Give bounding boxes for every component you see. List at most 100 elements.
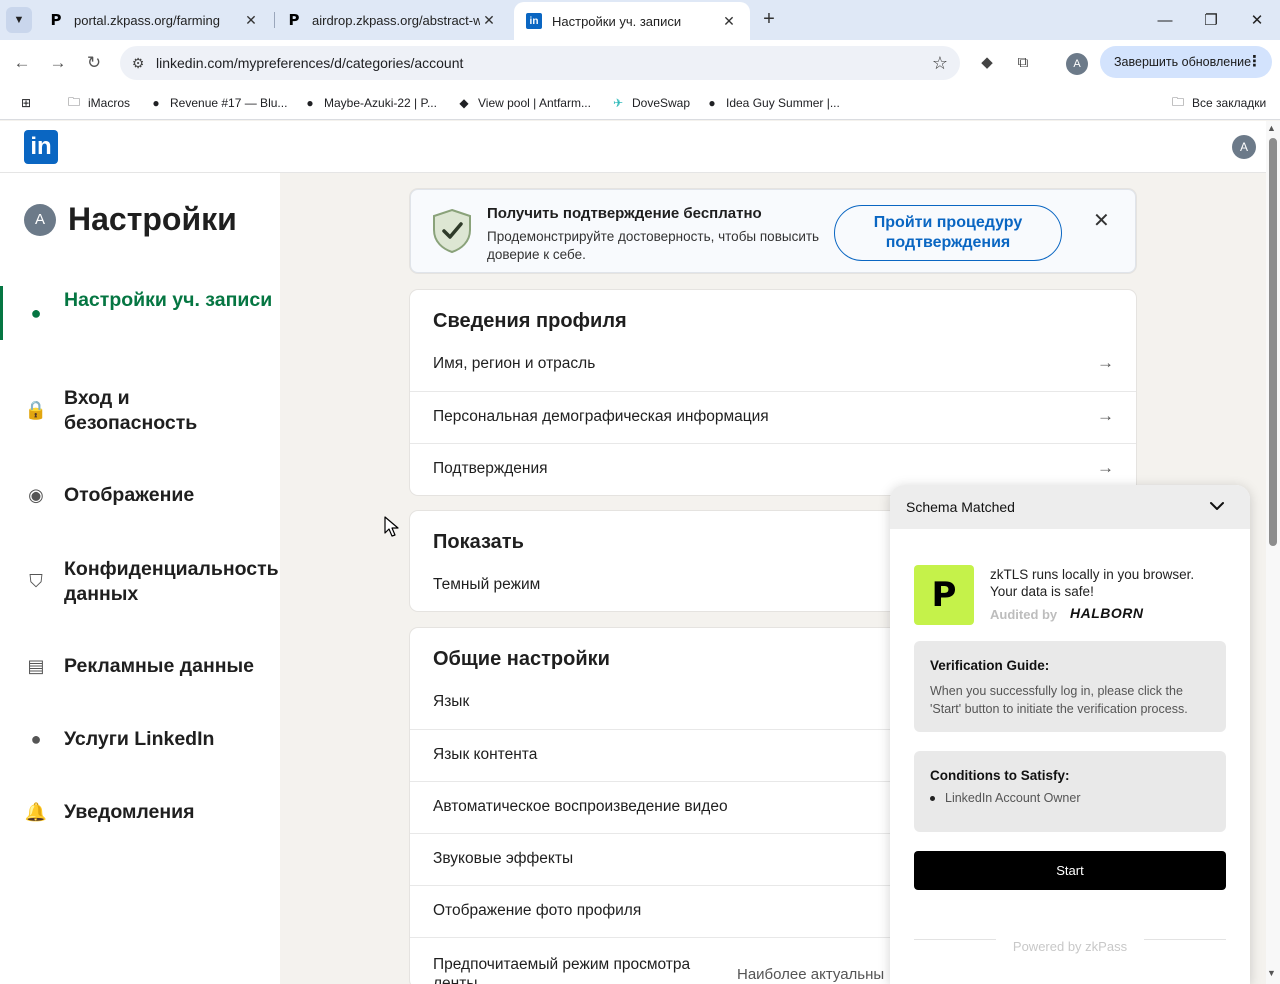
tab-title: airdrop.zkpass.org/abstract-wal <box>312 12 480 28</box>
person-icon: ● <box>30 302 42 323</box>
section-title: Сведения профиля <box>433 310 627 332</box>
audited-by-label: Audited by <box>990 607 1058 622</box>
avatar[interactable]: A <box>1232 135 1256 159</box>
bookmark-star-icon[interactable]: ☆ <box>920 53 960 74</box>
settings-row-name-location[interactable]: Имя, регион и отрасль → <box>410 339 1136 391</box>
zkpass-header-title: Schema Matched <box>906 499 1015 515</box>
bell-icon: 🔔 <box>24 801 48 822</box>
update-button-label: Завершить обновление <box>1114 55 1252 69</box>
bookmark-label: DoveSwap <box>632 96 691 110</box>
zkpass-message: zkTLS runs locally in you browser. Your … <box>990 567 1195 599</box>
close-icon[interactable]: ✕ <box>242 12 260 29</box>
bookmark-maybe-azuki[interactable]: ● Maybe-Azuki-22 | P... <box>302 94 437 112</box>
sidebar-item-data-privacy[interactable]: ⛉ Конфиденциальность данных <box>0 555 280 609</box>
restore-button[interactable]: ❐ <box>1188 0 1234 40</box>
sidebar-item-advertising-data[interactable]: ▤ Рекламные данные <box>0 653 280 681</box>
browser-profile-avatar[interactable]: A <box>1066 53 1088 75</box>
row-label: Автоматическое воспроизведение видео <box>433 798 728 815</box>
eye-icon: ◉ <box>28 484 44 505</box>
verify-button[interactable]: Пройти процедуру подтверждения <box>834 205 1062 261</box>
verification-banner: Получить подтверждение бесплатно Продемо… <box>410 189 1136 273</box>
minimize-button[interactable]: — <box>1142 0 1188 40</box>
back-button[interactable]: ← <box>10 51 34 75</box>
extensions-puzzle-icon[interactable]: ⧉ <box>1012 52 1034 74</box>
linkedin-logo[interactable]: in <box>24 130 58 164</box>
sidebar-item-notifications[interactable]: 🔔 Уведомления <box>0 799 280 827</box>
start-button[interactable]: Start <box>914 851 1226 890</box>
zkpass-favicon-icon: P <box>50 11 62 29</box>
close-icon[interactable]: ✕ <box>720 13 738 30</box>
sidebar-item-label: Уведомления <box>64 801 195 823</box>
chevron-down-icon[interactable] <box>1206 495 1228 517</box>
row-label: Персональная демографическая информация <box>433 408 769 425</box>
bookmark-antfarm[interactable]: ◆ View pool | Antfarm... <box>456 94 591 112</box>
scrollbar-thumb[interactable] <box>1269 138 1277 546</box>
bookmark-idea-guy[interactable]: ● Idea Guy Summer |... <box>704 94 840 112</box>
close-window-button[interactable]: ✕ <box>1234 0 1280 40</box>
zkpass-favicon-icon: P <box>288 11 300 29</box>
tab-airdrop-zkpass[interactable]: P airdrop.zkpass.org/abstract-wal ✕ <box>274 0 510 40</box>
zkpass-logo: P <box>914 565 974 625</box>
conditions-box: Conditions to Satisfy: LinkedIn Account … <box>914 751 1226 832</box>
lock-icon: 🔒 <box>24 399 48 420</box>
page-title: Настройки <box>68 201 237 237</box>
update-button[interactable]: Завершить обновление ⋮ <box>1100 46 1272 78</box>
all-bookmarks[interactable]: 🗀 Все закладки <box>1170 94 1266 112</box>
linkedin-header: in A <box>0 121 1266 173</box>
scroll-up-icon[interactable]: ▲ <box>1267 123 1276 133</box>
avatar: A <box>24 203 56 236</box>
bookmark-label: Revenue #17 — Blu... <box>170 96 288 110</box>
row-label: Темный режим <box>433 576 541 593</box>
extension-icon[interactable]: ◆ <box>976 52 998 74</box>
address-bar[interactable]: ⚙ linkedin.com/mypreferences/d/categorie… <box>120 46 960 80</box>
avatar-icon: ● <box>152 96 160 110</box>
tab-search-button[interactable]: ▼ <box>6 7 32 33</box>
zkpass-popup: Schema Matched P zkTLS runs locally in y… <box>890 485 1250 984</box>
sidebar-item-linkedin-services[interactable]: ● Услуги LinkedIn <box>0 726 280 754</box>
guide-title: Verification Guide: <box>930 658 1050 673</box>
folder-icon: 🗀 <box>1171 94 1184 109</box>
close-icon[interactable]: ✕ <box>1093 208 1110 233</box>
shield-check-icon <box>433 208 471 254</box>
more-menu-icon[interactable]: ⋮ <box>1247 52 1262 70</box>
zkpass-header[interactable]: Schema Matched <box>890 485 1250 529</box>
row-label: Звуковые эффекты <box>433 850 574 867</box>
row-label: Язык контента <box>433 746 538 763</box>
sidebar-item-display[interactable]: ◉ Отображение <box>0 482 280 510</box>
bookmark-doveswap[interactable]: ✈ DoveSwap <box>610 94 690 112</box>
sidebar-item-sign-in-security[interactable]: 🔒 Вход и безопасность <box>0 384 280 438</box>
bookmark-label: Idea Guy Summer |... <box>726 96 840 110</box>
url-text[interactable]: linkedin.com/mypreferences/d/categories/… <box>156 55 920 71</box>
tab-title: Настройки уч. записи <box>552 13 682 29</box>
tab-portal-zkpass[interactable]: P portal.zkpass.org/farming ✕ <box>36 0 272 40</box>
bookmark-label: Maybe-Azuki-22 | P... <box>324 96 437 110</box>
dove-icon: ✈ <box>612 96 624 110</box>
bullet-icon <box>930 795 935 801</box>
section-title: Показать <box>433 531 524 553</box>
sidebar-item-label: Отображение <box>64 484 195 506</box>
settings-sidebar: A Настройки ● Настройки уч. записи 🔒 Вхо… <box>0 173 280 984</box>
row-label: Отображение фото профиля <box>433 902 642 919</box>
bookmark-revenue[interactable]: ● Revenue #17 — Blu... <box>148 94 287 112</box>
verification-guide-box: Verification Guide: When you successfull… <box>914 641 1226 732</box>
arrow-right-icon: → <box>1097 458 1114 477</box>
apps-grid-icon[interactable]: ⊞ <box>18 94 40 112</box>
banner-description: Продемонстрируйте достоверность, чтобы п… <box>487 229 820 262</box>
reload-button[interactable]: ↻ <box>82 51 106 75</box>
avatar-icon: ● <box>306 96 314 110</box>
person-icon: ● <box>30 728 42 749</box>
forward-button[interactable]: → <box>46 51 70 75</box>
bookmark-imacros[interactable]: 🗀 iMacros <box>66 94 130 112</box>
banner-title: Получить подтверждение бесплатно <box>487 205 762 222</box>
close-icon[interactable]: ✕ <box>480 12 498 29</box>
sidebar-item-account[interactable]: ● Настройки уч. записи <box>0 286 280 340</box>
tab-linkedin-settings[interactable]: in Настройки уч. записи ✕ <box>514 2 750 40</box>
shield-icon: ⛉ <box>29 570 43 591</box>
mouse-cursor-icon <box>384 516 399 537</box>
new-tab-button[interactable]: + <box>758 8 780 30</box>
sidebar-item-label: Конфиденциальность данных <box>64 558 279 605</box>
settings-row-demographics[interactable]: Персональная демографическая информация … <box>410 391 1136 443</box>
conditions-title: Conditions to Satisfy: <box>930 768 1070 783</box>
site-info-icon[interactable]: ⚙ <box>120 55 156 72</box>
scroll-down-icon[interactable]: ▼ <box>1267 968 1276 978</box>
